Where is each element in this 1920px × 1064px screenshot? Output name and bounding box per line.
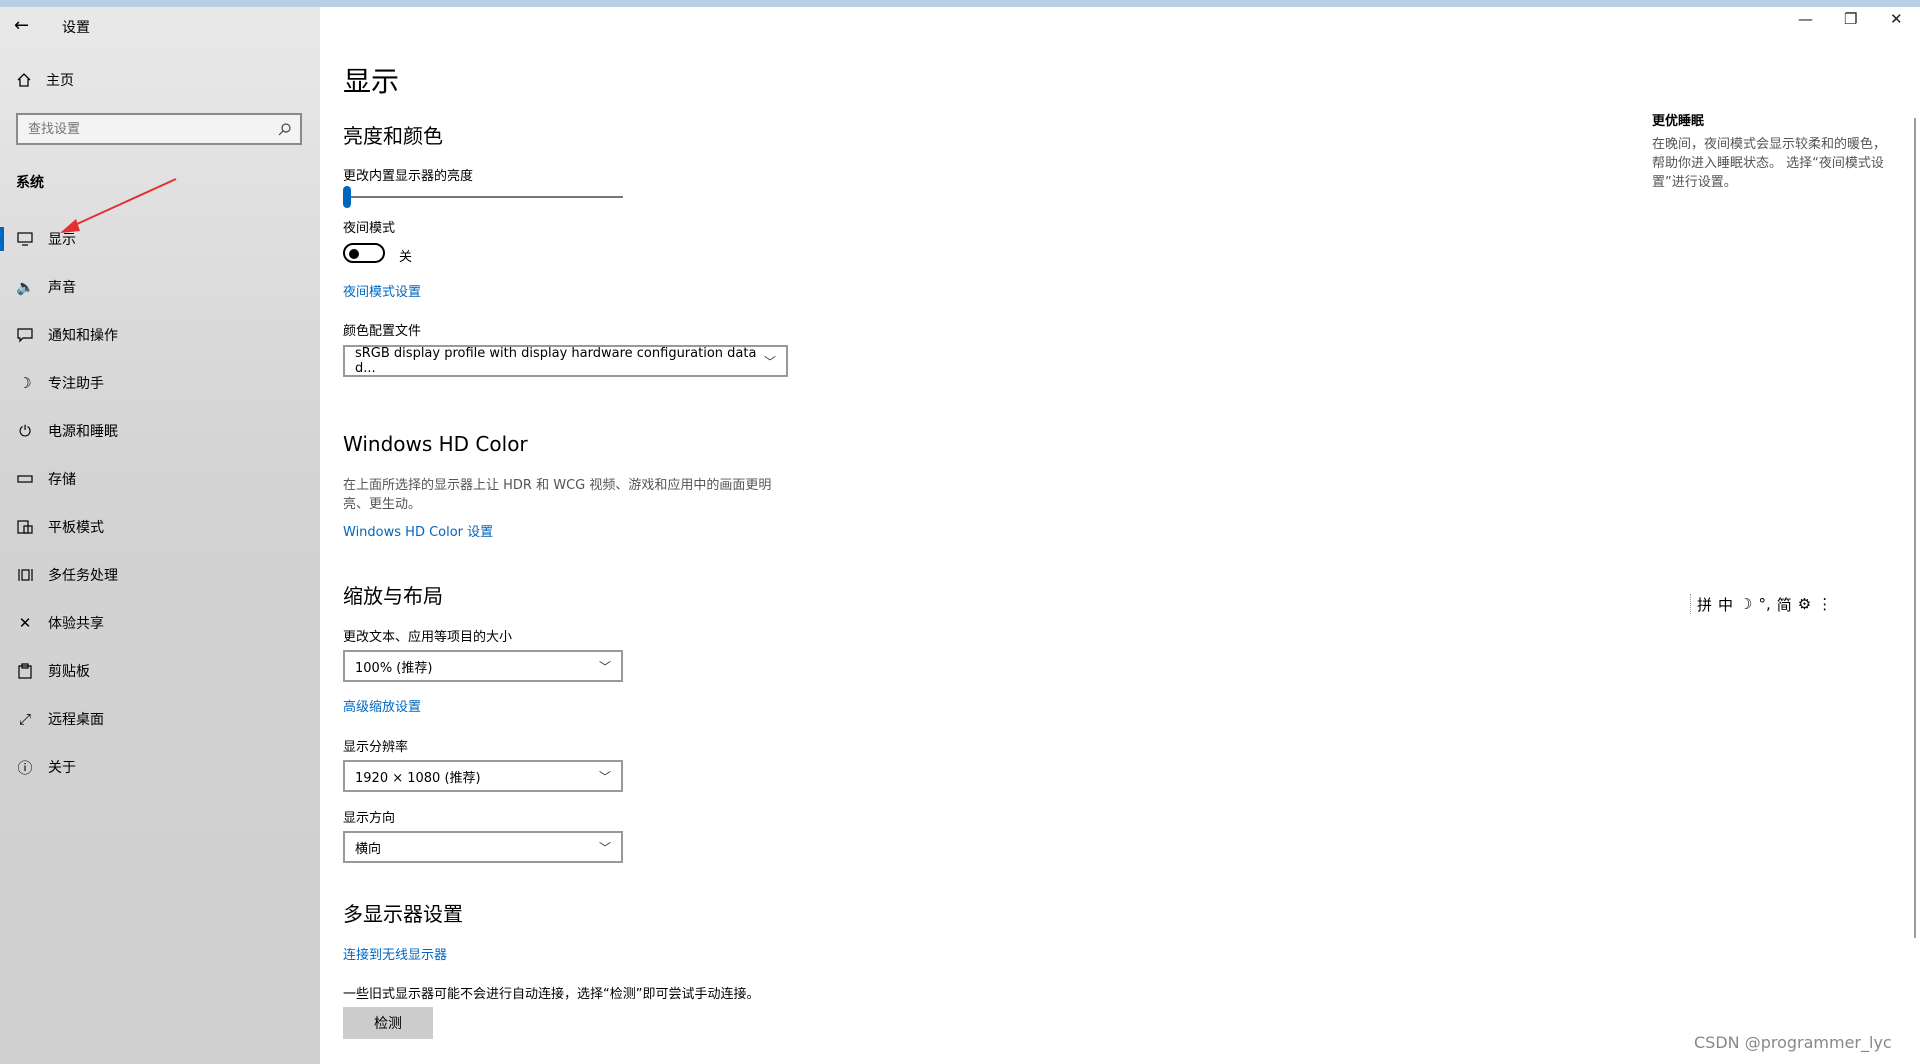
minimize-button[interactable]: — <box>1798 10 1813 28</box>
ime-moon-icon[interactable]: ☽ <box>1739 595 1752 613</box>
sidebar-section-title: 系统 <box>16 175 44 191</box>
night-light-settings-link[interactable]: 夜间模式设置 <box>343 281 421 300</box>
sidebar-item-notifications[interactable]: 通知和操作 <box>0 311 320 359</box>
sidebar-nav: 显示 🔈 声音 通知和操作 ☽ 专注助手 ⏻ 电源和睡眠 存储 平板模式 多任务… <box>0 215 320 791</box>
scale-dropdown[interactable]: 100% (推荐) ﹀ <box>343 650 623 682</box>
ime-toolbar: 拼 中 ☽ °, 简 ⚙ ⋮ <box>1690 594 1832 614</box>
page-title: 显示 <box>343 65 400 98</box>
sidebar-item-multitasking[interactable]: 多任务处理 <box>0 551 320 599</box>
brightness-heading: 亮度和颜色 <box>343 124 443 148</box>
night-light-label: 夜间模式 <box>343 221 396 236</box>
color-profile-dropdown[interactable]: sRGB display profile with display hardwa… <box>343 345 788 377</box>
close-button[interactable]: ✕ <box>1890 10 1903 28</box>
remote-icon: ⤢ <box>18 710 31 728</box>
restore-button[interactable]: ❐ <box>1844 10 1857 28</box>
sidebar-item-label: 声音 <box>48 280 76 296</box>
scrollbar[interactable] <box>1914 118 1916 938</box>
chevron-down-icon: ﹀ <box>598 659 611 674</box>
night-light-toggle[interactable] <box>343 243 385 263</box>
sidebar-item-label: 体验共享 <box>48 616 104 632</box>
scale-size-label: 更改文本、应用等项目的大小 <box>343 630 513 645</box>
hdr-settings-link[interactable]: Windows HD Color 设置 <box>343 521 493 540</box>
orientation-dropdown[interactable]: 横向 ﹀ <box>343 831 623 863</box>
sidebar-item-label: 存储 <box>48 472 76 488</box>
resolution-label: 显示分辨率 <box>343 740 409 755</box>
sidebar-item-storage[interactable]: 存储 <box>0 455 320 503</box>
sidebar-item-label: 关于 <box>48 760 76 776</box>
sidebar-item-tablet[interactable]: 平板模式 <box>0 503 320 551</box>
sidebar: ← 设置 主页 系统 显示 🔈 声音 通知和操作 ☽ 专注助手 ⏻ 电源和睡眠 <box>0 7 320 1064</box>
info-icon: ⓘ <box>17 758 33 777</box>
scale-heading: 缩放与布局 <box>343 584 443 608</box>
sidebar-home[interactable]: 主页 <box>16 70 74 90</box>
ime-settings-icon[interactable]: ⚙ <box>1798 595 1811 613</box>
tablet-icon <box>17 520 33 534</box>
ime-simplified-mode[interactable]: 简 <box>1777 594 1792 615</box>
aside-title: 更优睡眠 <box>1652 114 1705 129</box>
storage-icon <box>17 475 33 483</box>
hdr-description: 在上面所选择的显示器上让 HDR 和 WCG 视频、游戏和应用中的画面更明亮、更… <box>343 478 772 512</box>
scale-value: 100% (推荐) <box>355 660 433 676</box>
back-arrow-icon[interactable]: ← <box>14 15 29 36</box>
multi-display-heading: 多显示器设置 <box>343 902 463 926</box>
sidebar-item-power[interactable]: ⏻ 电源和睡眠 <box>0 407 320 455</box>
brightness-label: 更改内置显示器的亮度 <box>343 169 474 184</box>
orientation-value: 横向 <box>355 841 382 857</box>
search-input[interactable] <box>26 120 270 138</box>
sidebar-item-label: 远程桌面 <box>48 712 104 728</box>
ime-pinyin-icon[interactable]: 拼 <box>1697 594 1712 615</box>
display-icon <box>17 232 33 246</box>
color-profile-label: 颜色配置文件 <box>343 324 422 339</box>
sidebar-item-label: 专注助手 <box>48 376 104 392</box>
color-profile-value: sRGB display profile with display hardwa… <box>355 346 757 376</box>
resolution-value: 1920 × 1080 (推荐) <box>355 770 481 786</box>
brightness-slider-thumb[interactable] <box>343 186 351 208</box>
orientation-label: 显示方向 <box>343 811 396 826</box>
brightness-slider-track[interactable] <box>343 196 623 198</box>
resolution-dropdown[interactable]: 1920 × 1080 (推荐) ﹀ <box>343 760 623 792</box>
ime-more-icon[interactable]: ⋮ <box>1817 595 1832 613</box>
chevron-down-icon: ﹀ <box>763 354 776 369</box>
detect-button[interactable]: 检测 <box>343 1007 433 1039</box>
speaker-icon: 🔈 <box>16 278 35 296</box>
notification-icon <box>17 328 33 343</box>
sidebar-item-label: 通知和操作 <box>48 328 118 344</box>
power-icon: ⏻ <box>19 422 31 440</box>
ime-punctuation-icon[interactable]: °, <box>1758 595 1770 613</box>
sidebar-item-label: 电源和睡眠 <box>48 424 118 440</box>
sidebar-item-label: 多任务处理 <box>48 568 118 584</box>
multitask-icon <box>18 569 33 581</box>
clipboard-icon <box>18 663 32 679</box>
advanced-scaling-link[interactable]: 高级缩放设置 <box>343 696 421 715</box>
moon-icon: ☽ <box>18 374 32 392</box>
night-light-state: 关 <box>399 250 413 265</box>
sidebar-item-label: 平板模式 <box>48 520 104 536</box>
sidebar-item-sound[interactable]: 🔈 声音 <box>0 263 320 311</box>
chevron-down-icon: ﹀ <box>598 769 611 784</box>
detect-description: 一些旧式显示器可能不会进行自动连接，选择“检测”即可尝试手动连接。 <box>343 987 760 1002</box>
ime-chinese-mode[interactable]: 中 <box>1718 594 1733 615</box>
watermark: CSDN @programmer_lyc <box>1694 1033 1892 1052</box>
sidebar-item-share[interactable]: ✕ 体验共享 <box>0 599 320 647</box>
share-icon: ✕ <box>18 614 32 632</box>
chevron-down-icon: ﹀ <box>598 840 611 855</box>
wireless-display-link[interactable]: 连接到无线显示器 <box>343 944 447 963</box>
search-box[interactable] <box>16 113 302 145</box>
hdr-heading: Windows HD Color <box>343 432 528 456</box>
annotation-arrow <box>60 178 177 233</box>
aside-description: 在晚间，夜间模式会显示较柔和的暖色，帮助你进入睡眠状态。 选择“夜间模式设置”进… <box>1652 137 1887 190</box>
toggle-knob <box>349 249 359 259</box>
sidebar-item-label: 剪贴板 <box>48 664 90 680</box>
app-title: 设置 <box>62 20 90 36</box>
home-icon <box>17 73 31 87</box>
top-strip <box>0 0 1920 7</box>
search-icon[interactable] <box>278 122 292 136</box>
sidebar-item-remote[interactable]: ⤢ 远程桌面 <box>0 695 320 743</box>
sidebar-item-about[interactable]: ⓘ 关于 <box>0 743 320 791</box>
sidebar-home-label: 主页 <box>46 73 74 89</box>
sidebar-item-focus[interactable]: ☽ 专注助手 <box>0 359 320 407</box>
sidebar-item-clipboard[interactable]: 剪贴板 <box>0 647 320 695</box>
